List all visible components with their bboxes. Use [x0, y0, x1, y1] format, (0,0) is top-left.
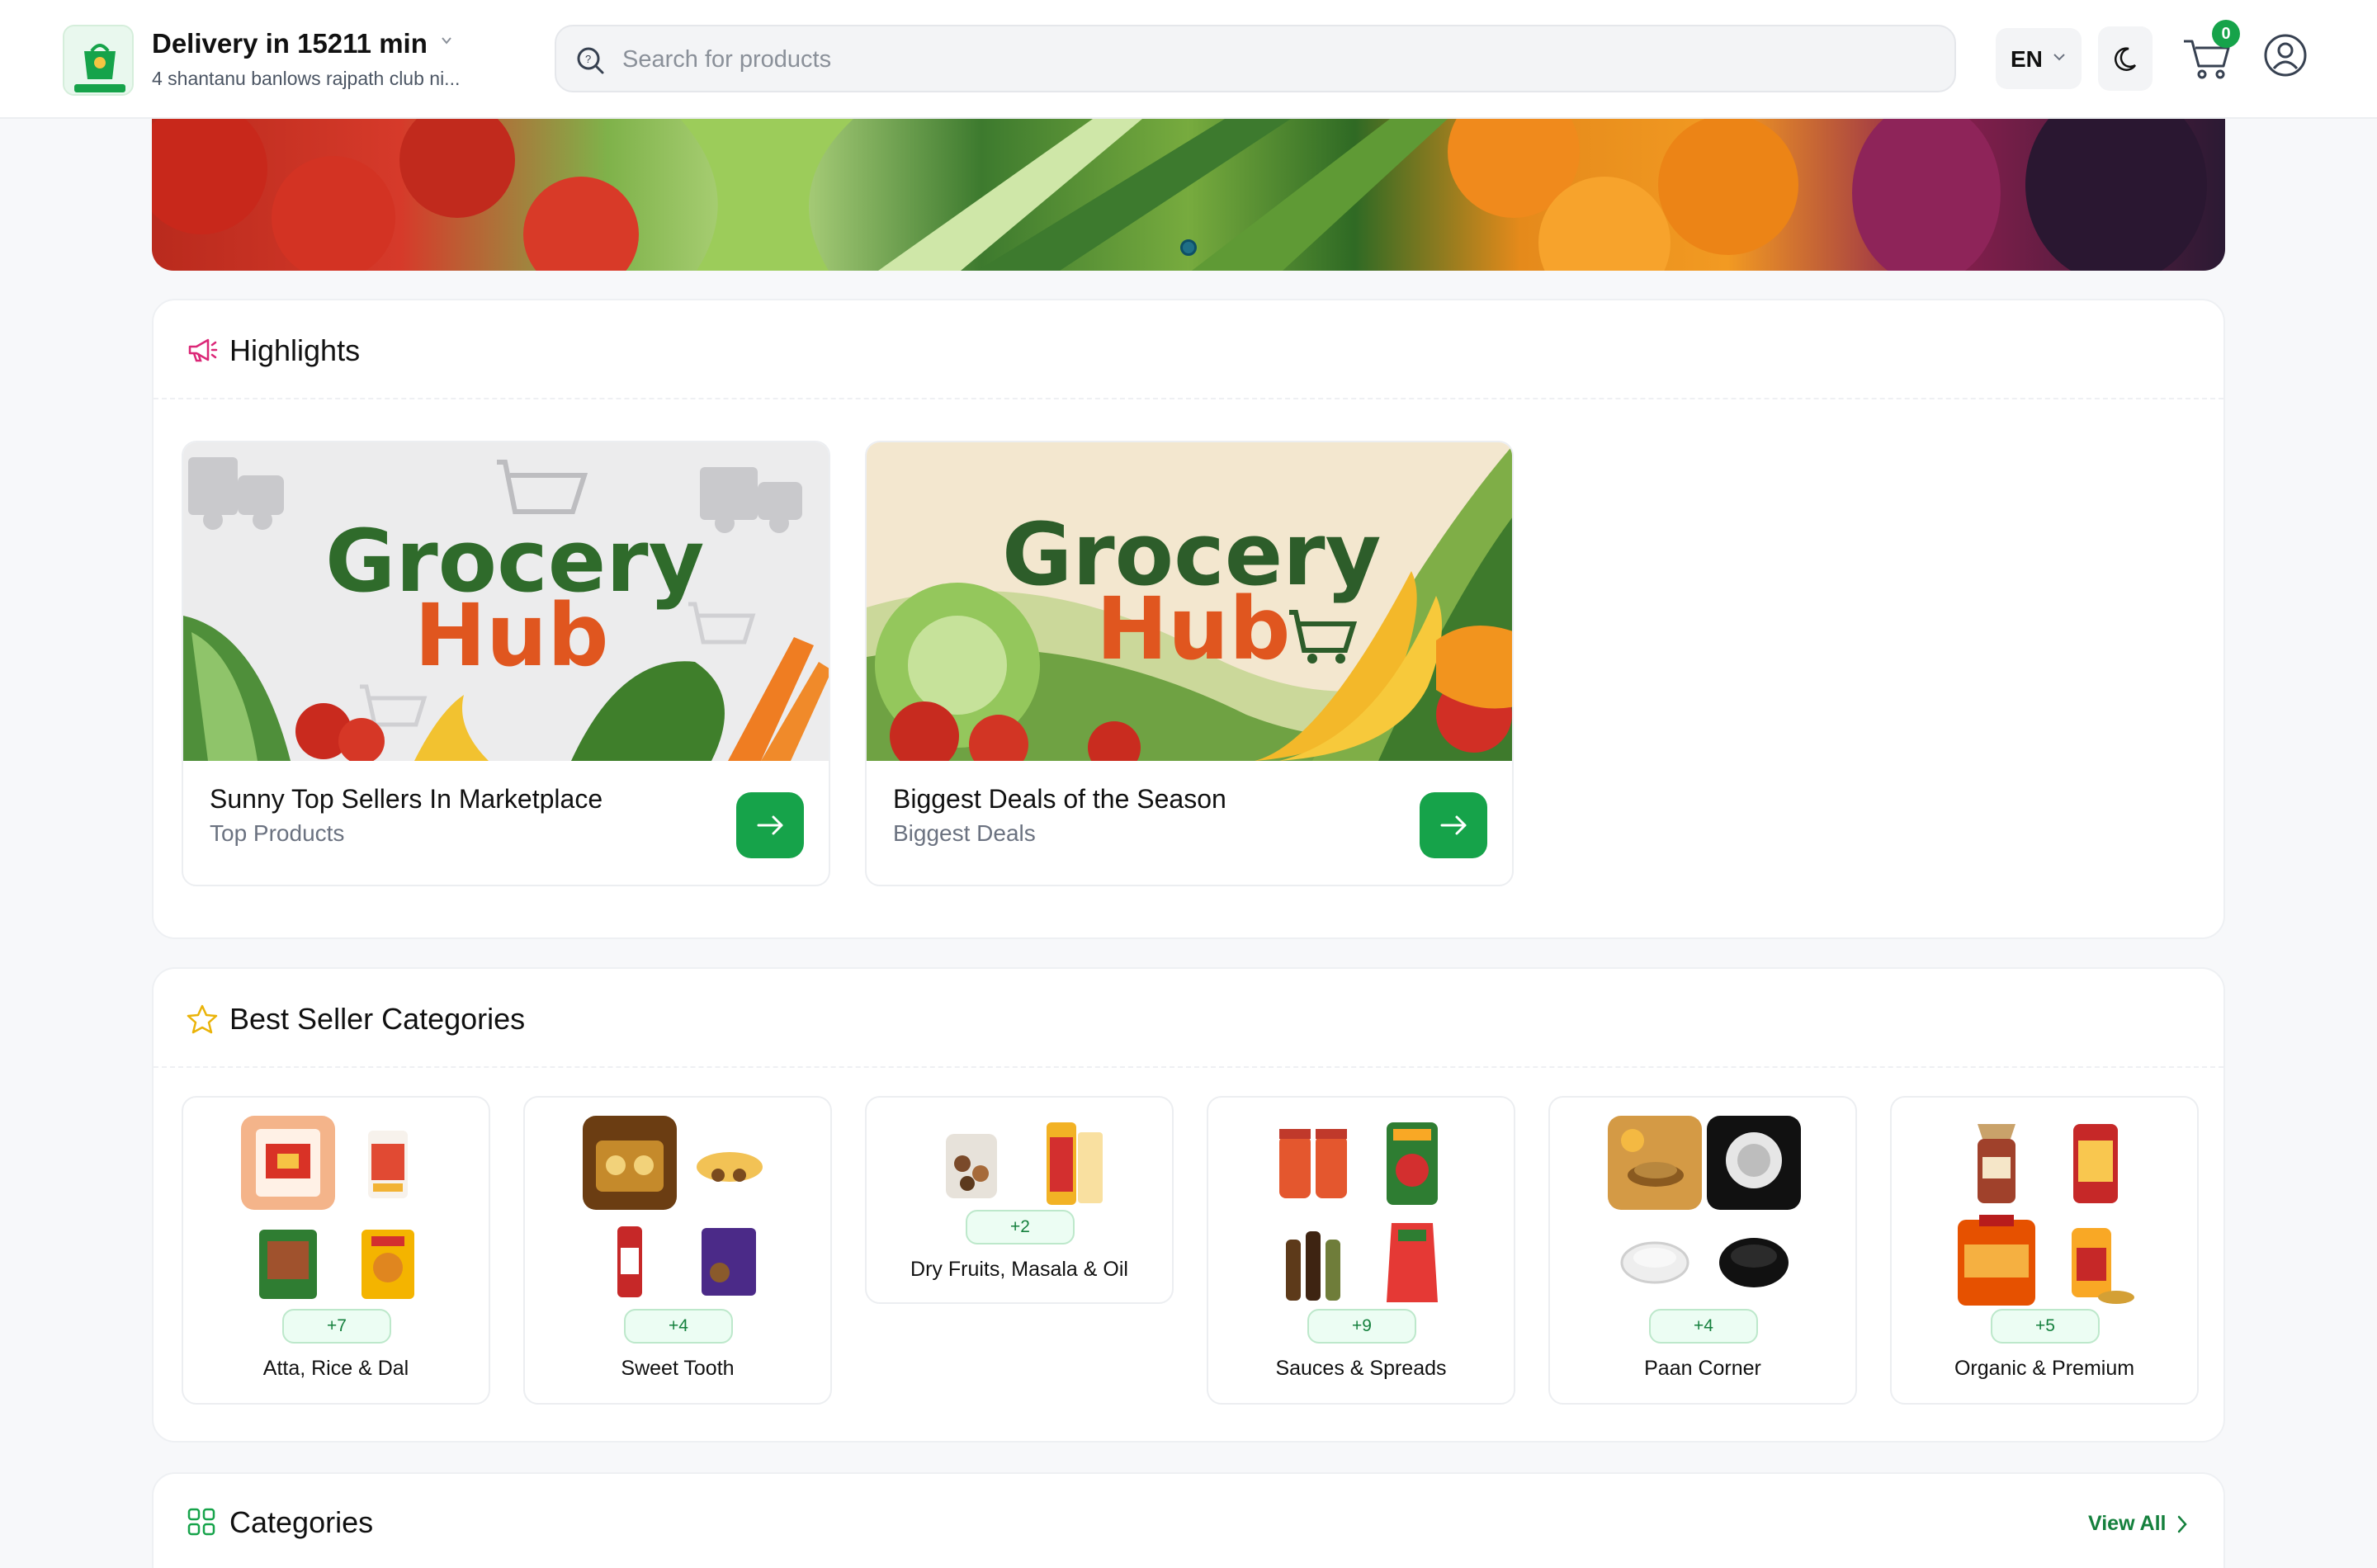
highlight-card-subtitle: Top Products	[210, 820, 345, 846]
carousel-dot-active[interactable]	[1180, 239, 1197, 256]
product-thumbnail	[241, 1215, 335, 1309]
chevron-down-icon	[2053, 54, 2065, 61]
grid-icon	[187, 1508, 215, 1536]
product-thumbnail	[583, 1116, 677, 1210]
highlight-card[interactable]: Grocery Hub Sunny Top Sellers In Marketp…	[182, 441, 830, 886]
cart-count-badge: 0	[2212, 20, 2240, 48]
product-thumbnail	[1949, 1116, 2044, 1210]
section-title: Categories	[229, 1505, 374, 1539]
category-tile[interactable]: +4 Sweet Tooth	[523, 1096, 832, 1405]
star-icon	[187, 1004, 218, 1034]
category-label: Organic & Premium	[1954, 1357, 2135, 1380]
product-thumbnail	[583, 1215, 677, 1309]
open-highlight-button[interactable]	[736, 792, 804, 858]
product-thumbnail	[340, 1116, 434, 1210]
search-input[interactable]	[622, 40, 1926, 79]
category-tile[interactable]: +7 Atta, Rice & Dal	[182, 1096, 490, 1405]
top-header: Delivery in 15211 min 4 shantanu banlows…	[0, 0, 2377, 119]
product-thumbnail	[1949, 1215, 2044, 1309]
product-thumbnail	[1266, 1116, 1360, 1210]
product-thumbnail	[340, 1215, 434, 1309]
product-thumbnail	[1707, 1116, 1801, 1210]
highlights-section: Highlights Grocery Hub Sunny Top Sellers…	[152, 299, 2225, 939]
chevron-right-icon[interactable]	[2174, 1512, 2190, 1537]
category-tile[interactable]: +5 Organic & Premium	[1890, 1096, 2199, 1405]
section-title: Best Seller Categories	[229, 1002, 526, 1036]
more-items-badge: +4	[1649, 1309, 1758, 1344]
highlight-card-title: Biggest Deals of the Season	[893, 784, 1226, 814]
more-items-badge: +5	[1991, 1309, 2100, 1344]
category-label: Atta, Rice & Dal	[262, 1357, 409, 1380]
brand-text-hub: Hub	[1096, 579, 1291, 679]
theme-toggle-button[interactable]	[2098, 26, 2153, 91]
product-thumbnail	[2049, 1215, 2143, 1309]
category-tile[interactable]: +4 Paan Corner	[1548, 1096, 1857, 1405]
product-thumbnail	[682, 1116, 776, 1210]
product-thumbnail	[241, 1116, 335, 1210]
brand-text-hub: Hub	[414, 585, 609, 686]
user-icon[interactable]	[2263, 33, 2308, 78]
category-label: Sweet Tooth	[621, 1357, 735, 1380]
category-tile[interactable]: +9 Sauces & Spreads	[1207, 1096, 1515, 1405]
delivery-time-title[interactable]: Delivery in 15211 min	[152, 28, 428, 59]
view-all-link[interactable]: View All	[2088, 1512, 2166, 1536]
product-thumbnail	[1023, 1116, 1118, 1210]
more-items-badge: +4	[624, 1309, 733, 1344]
moon-icon	[2115, 47, 2137, 71]
product-thumbnail	[924, 1116, 1018, 1210]
divider	[154, 398, 2223, 399]
product-thumbnail	[1608, 1116, 1702, 1210]
category-tile[interactable]: +2 Dry Fruits, Masala & Oil	[865, 1096, 1174, 1304]
category-label: Sauces & Spreads	[1275, 1357, 1447, 1380]
category-label: Paan Corner	[1644, 1357, 1761, 1380]
highlight-card-title: Sunny Top Sellers In Marketplace	[210, 784, 603, 814]
language-selector[interactable]: EN	[1996, 28, 2082, 89]
product-thumbnail	[1608, 1215, 1702, 1309]
product-thumbnail	[682, 1215, 776, 1309]
megaphone-icon	[188, 338, 218, 362]
svg-text:?: ?	[585, 53, 591, 65]
arrow-right-icon	[757, 815, 783, 835]
section-title: Highlights	[229, 333, 361, 367]
product-thumbnail	[1266, 1215, 1360, 1309]
product-thumbnail	[1365, 1116, 1459, 1210]
highlight-card-image: Grocery Hub	[867, 442, 1512, 761]
language-label: EN	[2011, 46, 2043, 72]
divider	[154, 1066, 2223, 1068]
search-icon: ?	[577, 47, 604, 74]
search-bar[interactable]: ?	[555, 25, 1956, 92]
highlight-card-image: Grocery Hub	[183, 442, 829, 761]
more-items-badge: +2	[966, 1210, 1075, 1244]
chevron-down-icon[interactable]	[437, 31, 456, 50]
highlight-card-subtitle: Biggest Deals	[893, 820, 1036, 846]
open-highlight-button[interactable]	[1420, 792, 1487, 858]
highlight-card[interactable]: Grocery Hub Biggest Deals of the Season …	[865, 441, 1514, 886]
more-items-badge: +7	[282, 1309, 391, 1344]
categories-section: Categories View All	[152, 1472, 2225, 1568]
best-seller-section: Best Seller Categories +7 Atta, Rice & D…	[152, 967, 2225, 1443]
more-items-badge: +9	[1307, 1309, 1416, 1344]
product-thumbnail	[1707, 1215, 1801, 1309]
category-label: Dry Fruits, Masala & Oil	[910, 1258, 1128, 1281]
product-thumbnail	[2049, 1116, 2143, 1210]
logo-icon[interactable]	[63, 25, 134, 96]
product-thumbnail	[1365, 1215, 1459, 1309]
delivery-address[interactable]: 4 shantanu banlows rajpath club ni...	[152, 68, 507, 90]
arrow-right-icon	[1440, 815, 1467, 835]
